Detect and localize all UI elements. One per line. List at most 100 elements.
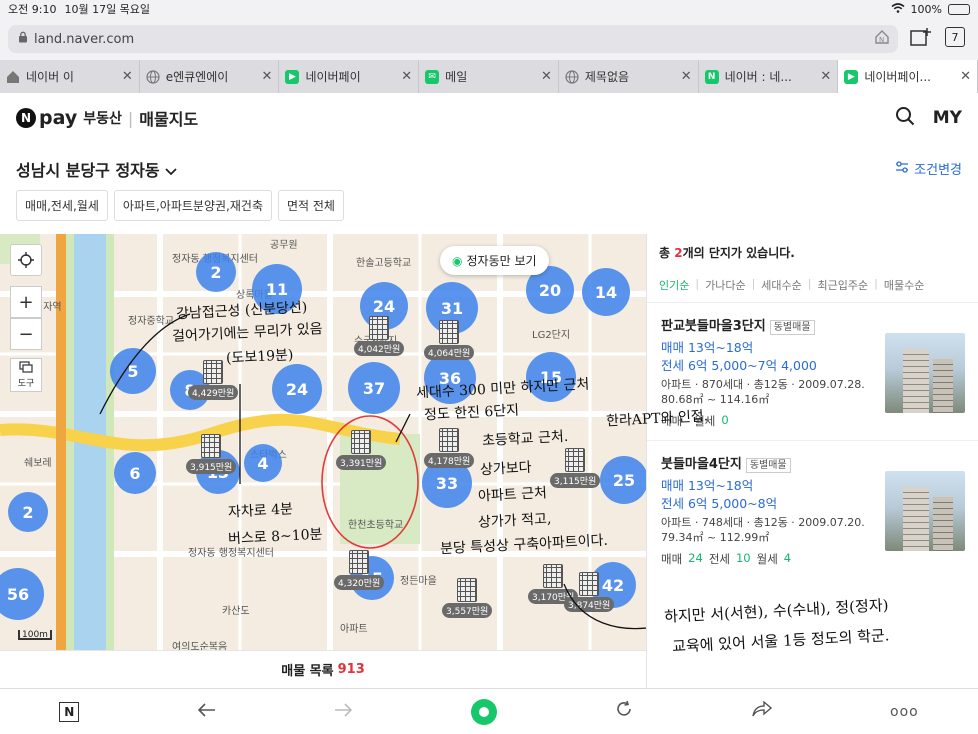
battery-percent: 100% [910,2,942,16]
reload-icon[interactable] [615,700,633,723]
only-jeongja-button[interactable]: ◉ 정자동만 보기 [440,246,549,275]
close-icon[interactable]: ✕ [820,69,831,84]
complex-info: 아파트 · 870세대 · 총12동 · 2009.07.28. [661,378,865,391]
mail-icon: ✉ [425,69,440,84]
locate-me-button[interactable] [10,244,42,276]
complex-tag[interactable]: 동별매물 [745,458,791,473]
address-row: land.naver.com N 7 [0,18,978,60]
globe-icon [565,69,579,84]
browser-tab[interactable]: 제목없음 ✕ [559,60,699,93]
status-date: 10월 17일 목요일 [64,3,151,16]
site-header: N pay 부동산 | 매물지도 MY [0,93,978,143]
url-text: land.naver.com [34,31,135,47]
complex-area: 79.34㎡ ~ 112.99㎡ [661,531,770,544]
listing-label: 매물 목록 [281,664,334,679]
forward-arrow-icon[interactable] [334,701,353,722]
brand-divider: | [127,108,134,128]
handwritten-note: (도보19분) [225,347,294,367]
search-icon[interactable] [895,106,915,131]
sale-price: 매매 13억~18억 [661,340,754,355]
tab-count-button[interactable]: 7 [945,27,965,47]
wifi-icon [891,2,905,16]
complex-name: 붓들마을4단지 [661,457,742,472]
browser-tab[interactable]: e엔큐엔에이 ✕ [140,60,280,93]
browser-tab[interactable]: ▶ 네이버페이 ✕ [279,60,420,93]
close-icon[interactable]: ✕ [262,69,273,84]
close-icon[interactable]: ✕ [122,69,133,84]
browser-tab[interactable]: ✉ 메일 ✕ [419,60,559,93]
back-arrow-icon[interactable] [197,701,216,722]
tab-label: 네이버 : 네... [724,70,792,84]
jeonse-price: 전세 6억 5,000~7억 4,000 [661,358,817,373]
complex-info: 아파트 · 748세대 · 총12동 · 2009.07.20. [661,516,865,529]
close-icon[interactable]: ✕ [401,69,412,84]
complex-photo[interactable] [885,333,965,413]
handwritten-note: 자차로 4분 [227,501,294,521]
map-scale: 100m [18,630,52,640]
filter-area[interactable]: 면적 전체 [278,190,344,221]
npay-logo-icon[interactable]: N [16,108,36,128]
tab-label: 네이버페이... [864,70,931,84]
complex-tag[interactable]: 동별매물 [769,320,815,335]
lock-icon [18,31,28,47]
close-icon[interactable]: ✕ [960,69,971,84]
green-dot-icon[interactable] [470,698,497,725]
filter-trade-type[interactable]: 매매,전세,월세 [16,190,108,221]
sliders-icon [895,160,909,177]
naverpay-icon: ▶ [844,69,859,84]
home-icon [6,70,20,84]
zoom-in-button[interactable]: + [10,286,42,318]
complex-count: 2 [674,246,683,260]
my-button[interactable]: MY [933,108,962,128]
chevron-down-icon [165,161,177,180]
npay-logo-text[interactable]: pay [39,107,77,129]
new-tab-icon[interactable] [910,27,932,51]
sort-recent[interactable]: 최근입주순 [818,277,869,293]
page-title: 매물지도 [139,110,199,129]
handwritten-note: 아파트 근처 [477,485,548,505]
browser-tab[interactable]: N 네이버 : 네... ✕ [699,60,839,93]
sale-price: 매매 13억~18억 [661,478,754,493]
handwritten-note: 상가보다 [479,459,532,479]
browser-tab-active[interactable]: ▶ 네이버페이... ✕ [838,60,978,93]
layers-icon [19,361,33,376]
address-bar[interactable]: land.naver.com N [8,25,898,53]
region-selector[interactable]: 성남시 분당구 정자동 [16,157,177,181]
svg-text:N: N [879,36,884,44]
tab-strip: 네이버 이 ✕ e엔큐엔에이 ✕ ▶ 네이버페이 ✕ ✉ 메일 ✕ 제목없음 ✕… [0,60,978,93]
listing-count: 913 [337,662,365,677]
status-time: 오전 9:10 [8,3,57,16]
panel-header: 총 2개의 단지가 있습니다. [659,246,795,260]
share-icon[interactable] [751,700,772,722]
more-icon[interactable]: ooo [890,704,919,720]
browser-toolbar: N ooo [0,688,978,734]
brand-sub[interactable]: 부동산 [83,108,122,128]
globe-icon [146,69,160,84]
jeonse-price: 전세 6억 5,000~8억 [661,496,778,511]
close-icon[interactable]: ✕ [681,69,692,84]
browser-tab[interactable]: 네이버 이 ✕ [0,60,140,93]
tab-label: e엔큐엔에이 [165,70,229,84]
listing-count-bar[interactable]: 매물 목록 913 [0,650,646,688]
filter-property-type[interactable]: 아파트,아파트분양권,재건축 [113,190,272,221]
naver-home-icon[interactable]: N [59,701,80,722]
sort-name[interactable]: 가나다순 [705,277,745,293]
naver-home-add-icon[interactable]: N [874,29,890,49]
handwritten-note: 상가가 적고, [477,511,552,531]
status-bar: 오전 9:10 10월 17일 목요일 100% [0,0,978,18]
complex-photo[interactable] [885,471,965,551]
complex-name: 판교붓들마을3단지 [661,319,766,334]
sort-listings[interactable]: 매물수순 [884,277,924,293]
filter-change-button[interactable]: 조건변경 [895,159,962,178]
filter-change-label: 조건변경 [914,163,962,178]
zoom-out-button[interactable]: − [10,318,42,350]
sort-popular[interactable]: 인기순 [659,277,689,293]
battery-icon [948,3,970,15]
complex-card[interactable]: 붓들마을4단지 동별매물 매매 13억~18억 전세 6억 5,000~8억 아파… [647,440,978,578]
region-name: 성남시 분당구 정자동 [16,161,160,180]
close-icon[interactable]: ✕ [541,69,552,84]
tab-label: 제목없음 [584,70,630,84]
sort-households[interactable]: 세대수순 [761,277,801,293]
map-tools-button[interactable]: 도구 [10,358,42,392]
complex-area: 80.68㎡ ~ 114.16㎡ [661,393,770,406]
